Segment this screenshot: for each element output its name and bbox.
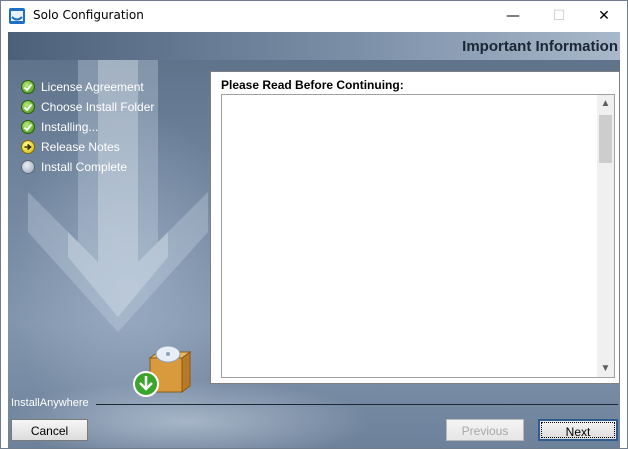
maximize-button[interactable]: ☐	[536, 1, 582, 32]
scroll-up-button[interactable]: ▲	[597, 95, 614, 112]
step-license-agreement: License Agreement	[21, 77, 211, 97]
previous-button[interactable]: Previous	[446, 419, 524, 441]
vertical-scrollbar[interactable]: ▲ ▼	[597, 95, 614, 377]
next-button[interactable]: Next	[538, 419, 618, 441]
pending-circle-icon	[21, 160, 35, 174]
minimize-button[interactable]: —	[490, 1, 536, 32]
step-label: Install Complete	[41, 160, 128, 174]
check-icon	[21, 80, 35, 94]
window-title: Solo Configuration	[33, 8, 144, 22]
page-heading: Important Information	[462, 38, 618, 55]
step-label: Installing...	[41, 120, 99, 134]
check-icon	[21, 100, 35, 114]
step-label: Choose Install Folder	[41, 100, 155, 114]
release-notes-textarea[interactable]: ▲ ▼	[221, 94, 615, 378]
arrow-right-icon	[21, 140, 35, 154]
installer-window: Solo Configuration — ☐ ✕ Important Infor…	[0, 0, 628, 449]
step-list: License Agreement Choose Install Folder …	[21, 77, 211, 177]
scroll-thumb[interactable]	[599, 115, 612, 163]
step-install-complete: Install Complete	[21, 157, 211, 177]
close-button[interactable]: ✕	[581, 1, 627, 32]
step-label: License Agreement	[41, 80, 144, 94]
brand-label: InstallAnywhere	[11, 397, 89, 409]
step-choose-install-folder: Choose Install Folder	[21, 97, 211, 117]
footer-divider	[96, 404, 618, 405]
installer-body: Important Information License Agreement …	[8, 32, 620, 448]
package-box-icon	[133, 345, 192, 397]
app-icon	[9, 8, 25, 24]
scroll-down-button[interactable]: ▼	[597, 360, 614, 377]
step-installing: Installing...	[21, 117, 211, 137]
content-panel: Please Read Before Continuing: ▲ ▼	[210, 71, 620, 384]
check-icon	[21, 120, 35, 134]
header-strip: Important Information	[8, 32, 620, 60]
step-label: Release Notes	[41, 140, 120, 154]
content-heading: Please Read Before Continuing:	[221, 78, 404, 92]
cancel-button[interactable]: Cancel	[11, 419, 88, 441]
step-release-notes: Release Notes	[21, 137, 211, 157]
title-bar[interactable]: Solo Configuration — ☐ ✕	[1, 1, 627, 32]
